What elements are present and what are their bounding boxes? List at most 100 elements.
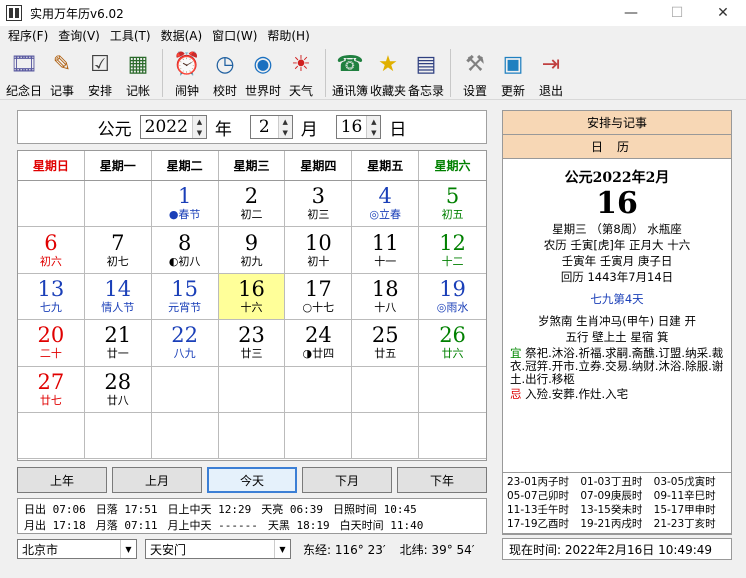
calendar-day[interactable]: 19 ◎雨水: [419, 274, 486, 321]
day-spinner[interactable]: 16 ▲ ▼: [335, 115, 382, 139]
toolbar-button-12[interactable]: ▣ 更新: [495, 46, 531, 99]
place-value[interactable]: 天安门: [146, 541, 274, 558]
calendar-day[interactable]: 27 廿七: [18, 366, 85, 413]
month-up-icon[interactable]: ▲: [279, 116, 292, 127]
menu-window[interactable]: 窗口(W): [212, 27, 257, 44]
month-spinner[interactable]: 2 ▲ ▼: [249, 115, 293, 139]
shichen-entry: 05-07己卯时: [507, 490, 570, 502]
calendar-day[interactable]: 24 ◑廿四: [285, 320, 353, 367]
toolbar-button-10[interactable]: ▤ 备忘录: [408, 46, 444, 99]
calendar-day[interactable]: 15 元宵节: [151, 273, 219, 321]
toolbar-button-0[interactable]: 🎞 纪念日: [6, 46, 42, 99]
year-up-icon[interactable]: ▲: [193, 116, 206, 127]
toolbar-button-11[interactable]: ⚒ 设置: [457, 46, 493, 99]
month-value[interactable]: 2: [251, 117, 278, 137]
calendar-day[interactable]: 2 初二: [218, 181, 286, 228]
menu-data[interactable]: 数据(A): [161, 27, 203, 44]
city-value[interactable]: 北京市: [18, 541, 120, 558]
year-down-icon[interactable]: ▼: [193, 127, 206, 138]
calendar-day[interactable]: 23 廿三: [218, 320, 286, 367]
menu-query[interactable]: 查询(V): [58, 27, 100, 44]
calendar-day[interactable]: 9 初九: [218, 227, 286, 274]
month-down-icon[interactable]: ▼: [279, 127, 292, 138]
toolbar-button-6[interactable]: ◉ 世界时: [245, 46, 281, 99]
calendar-day[interactable]: 4 ◎立春: [352, 181, 420, 228]
lunar-date: 廿五: [374, 347, 397, 361]
checklist-icon: ☑: [90, 52, 110, 77]
toolbar-button-5[interactable]: ◷ 校时: [207, 46, 243, 99]
day-number: 10: [304, 230, 332, 255]
calendar-day[interactable]: 20 二十: [18, 320, 85, 367]
calendar-day[interactable]: 3 初三: [285, 181, 353, 228]
day-number: 23: [238, 323, 265, 348]
day-number: 9: [244, 230, 259, 255]
menu-help[interactable]: 帮助(H): [267, 27, 309, 44]
toolbar-button-3[interactable]: ▦ 记帐: [120, 46, 156, 99]
day-down-icon[interactable]: ▼: [367, 127, 380, 138]
year-spinner[interactable]: 2022 ▲ ▼: [139, 115, 207, 139]
lunar-date: 七九: [39, 300, 62, 314]
calendar-tab[interactable]: 日历: [503, 135, 731, 159]
calendar-day[interactable]: 1 ●春节: [151, 181, 219, 228]
toolbar-button-1[interactable]: ✎ 记事: [44, 46, 80, 99]
prev-month-button[interactable]: 上月: [112, 467, 202, 493]
city-dropdown-icon[interactable]: ▼: [120, 540, 136, 558]
calendar-day[interactable]: 22 八九: [151, 320, 219, 367]
lunar-date: ●春节: [168, 208, 201, 222]
toolbar-button-8[interactable]: ☎ 通讯簿: [332, 46, 368, 99]
next-year-button[interactable]: 下年: [397, 467, 487, 493]
place-dropdown-icon[interactable]: ▼: [274, 540, 290, 558]
schedule-notes-tab[interactable]: 安排与记事: [503, 111, 731, 135]
close-button[interactable]: ✕: [700, 0, 746, 26]
calendar-day[interactable]: 5 初五: [419, 181, 486, 228]
calendar-day[interactable]: 26 廿六: [419, 320, 486, 367]
toolbar-label: 设置: [462, 84, 487, 98]
detail-sha: 岁煞南 生肖冲马(甲午) 日建 开: [538, 314, 696, 328]
menu-tools[interactable]: 工具(T): [110, 27, 151, 44]
toolbar-button-4[interactable]: ⏰ 闹钟: [169, 46, 205, 99]
menu-program[interactable]: 程序(F): [8, 27, 48, 44]
toolbar: 🎞 纪念日 ✎ 记事 ☑ 安排 ▦ 记帐 ⏰ 闹钟 ◷ 校时 ◉ 世界时 ☀ 天气 ☎ 通讯簿 ★ 收藏夹 ▤ 备忘录 ⚒ 设…: [0, 46, 746, 100]
calendar-day[interactable]: 8 ◐初八: [151, 227, 219, 274]
lunar-date: 元宵节: [168, 300, 202, 314]
calendar-day[interactable]: 13 七九: [18, 273, 85, 321]
calendar-day[interactable]: 28 廿八: [84, 366, 152, 413]
lunar-date: 十一: [374, 254, 397, 268]
calendar-day[interactable]: 21 廿一: [84, 320, 152, 367]
today-button[interactable]: 今天: [207, 467, 297, 493]
toolbar-label: 闹钟: [174, 84, 199, 98]
maximize-button[interactable]: ☐: [654, 0, 700, 26]
day-number: 11: [371, 230, 399, 255]
calendar-day[interactable]: 25 廿五: [352, 320, 420, 367]
calendar-day[interactable]: 17 ○十七: [285, 273, 353, 321]
toolbar-label: 退出: [538, 84, 563, 98]
sun-moon-info: 日出 07:06 日落 17:51 日上中天 12:29 天亮 06:39 日照…: [17, 498, 487, 534]
day-up-icon[interactable]: ▲: [367, 116, 380, 127]
calendar-day[interactable]: 12 十二: [419, 227, 486, 274]
city-select[interactable]: 北京市 ▼: [17, 539, 137, 559]
calendar-day[interactable]: 10 初十: [285, 227, 353, 274]
calendar-day[interactable]: 11 十一: [352, 227, 420, 274]
calendar-day[interactable]: 6 初六: [18, 227, 85, 274]
weekday-label: 星期三: [219, 151, 286, 180]
calendar-day[interactable]: 14 情人节: [84, 273, 152, 321]
toolbar-button-13[interactable]: ⇥ 退出: [533, 46, 569, 99]
day-value[interactable]: 16: [337, 117, 367, 137]
calendar-day[interactable]: 18 十八: [352, 273, 420, 321]
calendar-day[interactable]: 16 十六: [218, 273, 286, 321]
next-month-button[interactable]: 下月: [302, 467, 392, 493]
prev-year-button[interactable]: 上年: [17, 467, 107, 493]
place-select[interactable]: 天安门 ▼: [145, 539, 291, 559]
toolbar-label: 校时: [212, 84, 237, 98]
calendar-day[interactable]: 7 初七: [84, 227, 152, 274]
toolbar-label: 更新: [500, 84, 525, 98]
day-number: 27: [37, 369, 65, 394]
minimize-button[interactable]: —: [608, 0, 654, 26]
lunar-date: 初十: [307, 254, 330, 268]
toolbar-button-9[interactable]: ★ 收藏夹: [370, 46, 406, 99]
moonrise: 月出 17:18: [24, 519, 86, 532]
toolbar-button-7[interactable]: ☀ 天气: [283, 46, 319, 99]
shichen-entry: 01-03丁丑时: [580, 476, 643, 488]
year-value[interactable]: 2022: [141, 117, 192, 137]
toolbar-button-2[interactable]: ☑ 安排: [82, 46, 118, 99]
